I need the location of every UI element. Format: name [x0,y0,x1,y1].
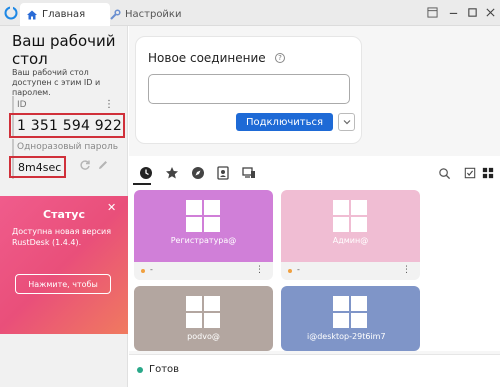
peer-status-dot [141,269,145,273]
maximize-icon[interactable] [465,5,479,19]
status-card: ✕ Статус Доступна новая версия RustDesk … [0,196,128,334]
peer-status-dot [288,269,292,273]
peer-card[interactable]: i@desktop-29t6im7 [281,286,420,351]
peer-name: Админ@ [332,236,369,245]
update-button[interactable]: Нажмите, чтобы [15,274,111,294]
home-icon [26,9,38,21]
status-text: Доступна новая версия RustDesk (1.4.4). [12,227,112,247]
peer-alias: - [150,265,153,274]
windows-icon [186,296,220,328]
windows-icon [333,200,367,232]
sidebar-title: Ваш рабочий стол [12,32,116,68]
minimize-icon[interactable] [446,5,460,19]
wrench-icon [109,8,121,21]
peer-alias: - [297,265,300,274]
main-area: Новое соединение ? Подключиться Регистра… [129,26,500,387]
select-checkbox-icon[interactable] [463,166,477,180]
peer-footer: - ⋮ [281,262,420,280]
chevron-down-icon[interactable] [338,113,355,131]
search-icon[interactable] [437,166,451,180]
status-dot [137,367,143,373]
close-icon[interactable] [483,5,497,19]
grid-view-icon[interactable] [481,166,495,180]
peer-card[interactable]: podvo@ [134,286,273,351]
remote-id-input[interactable] [148,74,350,104]
peer-name: Регистратура@ [170,236,237,245]
tab-home[interactable]: Главная [20,3,110,26]
status-bar: Готов [129,354,500,387]
connection-title: Новое соединение [148,51,266,65]
more-vert-icon[interactable]: ⋮ [255,265,264,275]
peer-card[interactable]: Регистратура@ - ⋮ [134,190,273,280]
help-icon[interactable]: ? [275,53,285,63]
password-field[interactable]: 8m4sec [9,156,66,178]
connect-button[interactable]: Подключиться [236,113,333,131]
layout-icon[interactable] [425,5,439,19]
address-book-icon[interactable] [216,166,230,180]
id-field[interactable]: 1 351 594 922 [9,113,125,138]
status-title: Статус [43,208,85,221]
more-vert-icon[interactable]: ⋮ [402,265,411,275]
password-label: Одноразовый пароль [17,142,119,152]
recent-sessions-icon[interactable] [139,166,153,180]
tab-settings-label: Настройки [125,9,182,20]
sidebar-description: Ваш рабочий стол доступен с этим ID и па… [12,68,101,97]
explore-icon[interactable] [191,166,205,180]
tab-home-label: Главная [42,9,86,20]
tab-settings[interactable]: Настройки [105,3,181,26]
refresh-icon[interactable] [79,159,91,171]
peer-name: i@desktop-29t6im7 [307,332,386,341]
windows-icon [333,296,367,328]
sidebar: Ваш рабочий стол Ваш рабочий стол доступ… [0,26,128,387]
peer-name: podvo@ [187,332,220,341]
active-tab-indicator [133,183,151,185]
new-connection-card: Новое соединение ? Подключиться [135,36,362,144]
id-label: ID [17,100,27,110]
peers-area: Регистратура@ - ⋮ Админ@ - ⋮ podvo@ i@de… [129,156,500,351]
status-text: Готов [149,364,180,375]
rustdesk-logo-icon [4,6,18,20]
windows-icon [186,200,220,232]
edit-icon[interactable] [97,159,109,171]
peer-footer: - ⋮ [134,262,273,280]
title-bar: Главная Настройки [0,0,500,26]
peer-card[interactable]: Админ@ - ⋮ [281,190,420,280]
star-icon[interactable] [165,166,179,180]
more-vert-icon[interactable]: ⋮ [104,100,114,110]
devices-icon[interactable] [242,166,256,180]
